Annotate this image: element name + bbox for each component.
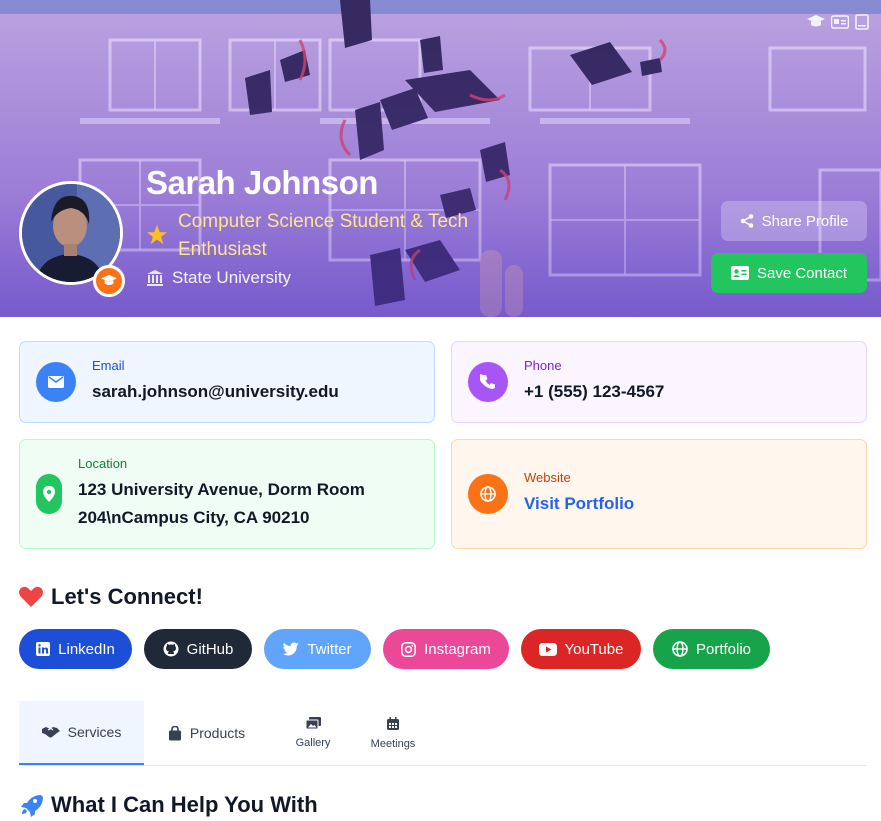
phone-label: Phone <box>524 358 562 373</box>
connect-heading: Let's Connect! <box>19 584 203 610</box>
email-value[interactable]: sarah.johnson@university.edu <box>92 378 339 406</box>
tab-meetings-label: Meetings <box>370 737 416 750</box>
location-label: Location <box>78 456 128 471</box>
share-profile-button[interactable]: Share Profile <box>721 201 867 241</box>
content-tabs: Services Products Gallery Meetings <box>19 701 867 766</box>
visit-portfolio-link[interactable]: Visit Portfolio <box>524 490 634 518</box>
images-icon <box>305 717 321 729</box>
email-card[interactable]: Email sarah.johnson@university.edu <box>19 341 435 423</box>
linkedin-icon <box>36 642 51 656</box>
profile-hero: Sarah Johnson Computer Science Student &… <box>0 0 881 317</box>
profile-title-text: Computer Science Student & Tech Enthusia… <box>178 211 469 260</box>
instagram-button[interactable]: Instagram <box>383 629 509 669</box>
phone-value[interactable]: +1 (555) 123-4567 <box>524 378 664 406</box>
youtube-icon <box>538 642 557 656</box>
handshake-icon <box>41 727 60 738</box>
email-icon-circle <box>36 362 76 402</box>
graduation-cap-icon <box>101 274 117 285</box>
hero-corner-icons <box>807 14 873 30</box>
connect-heading-text: Let's Connect! <box>51 584 203 609</box>
contact-card-icon <box>730 266 749 280</box>
linkedin-button[interactable]: LinkedIn <box>19 629 132 669</box>
profile-title: Computer Science Student & Tech Enthusia… <box>146 208 506 264</box>
website-icon-circle <box>468 474 508 514</box>
book-icon <box>855 14 873 30</box>
university-building-icon <box>147 270 163 286</box>
email-label: Email <box>92 358 125 373</box>
tab-meetings[interactable]: Meetings <box>353 701 433 765</box>
phone-card[interactable]: Phone +1 (555) 123-4567 <box>451 341 867 423</box>
tab-products[interactable]: Products <box>144 701 269 765</box>
tab-products-label: Products <box>189 725 246 741</box>
heart-icon <box>19 586 43 607</box>
location-value: 123 University Avenue, Dorm Room 204\nCa… <box>78 480 365 527</box>
youtube-button[interactable]: YouTube <box>521 629 641 669</box>
star-icon <box>146 224 168 245</box>
github-icon <box>163 641 179 657</box>
website-card[interactable]: Website Visit Portfolio <box>451 439 867 549</box>
tab-gallery-label: Gallery <box>295 737 331 749</box>
globe-icon <box>480 486 496 502</box>
location-icon-pill <box>36 474 62 514</box>
twitter-label: Twitter <box>307 640 352 658</box>
profile-university: State University <box>146 268 291 288</box>
shopping-bag-icon <box>168 725 181 740</box>
github-button[interactable]: GitHub <box>144 629 252 669</box>
phone-icon-circle <box>468 362 508 402</box>
portfolio-button[interactable]: Portfolio <box>653 629 770 669</box>
envelope-icon <box>48 376 64 388</box>
share-icon <box>740 214 753 228</box>
graduation-cap-icon <box>807 14 825 30</box>
youtube-label: YouTube <box>564 640 624 658</box>
tab-services-label: Services <box>67 724 122 740</box>
github-label: GitHub <box>186 640 234 658</box>
portfolio-label: Portfolio <box>695 640 752 658</box>
save-contact-button[interactable]: Save Contact <box>711 253 867 293</box>
student-badge <box>93 265 125 297</box>
location-card[interactable]: Location 123 University Avenue, Dorm Roo… <box>19 439 435 549</box>
calendar-icon <box>387 716 399 730</box>
instagram-icon <box>401 641 417 657</box>
map-pin-icon <box>43 486 55 502</box>
twitter-icon <box>283 642 300 656</box>
university-name: State University <box>172 268 292 287</box>
rocket-icon <box>21 795 43 817</box>
profile-avatar-wrap <box>19 181 125 297</box>
profile-name: Sarah Johnson <box>146 164 378 201</box>
tab-gallery[interactable]: Gallery <box>273 701 353 765</box>
save-contact-label: Save Contact <box>756 264 848 282</box>
services-heading-text: What I Can Help You With <box>51 792 318 817</box>
phone-icon <box>480 374 495 389</box>
tab-services[interactable]: Services <box>19 701 144 765</box>
twitter-button[interactable]: Twitter <box>264 629 371 669</box>
globe-icon <box>672 641 688 657</box>
id-card-icon <box>830 14 850 30</box>
services-heading: What I Can Help You With <box>19 792 318 818</box>
website-label: Website <box>524 470 571 485</box>
share-profile-label: Share Profile <box>761 212 849 230</box>
linkedin-label: LinkedIn <box>58 640 115 658</box>
instagram-label: Instagram <box>424 640 491 658</box>
